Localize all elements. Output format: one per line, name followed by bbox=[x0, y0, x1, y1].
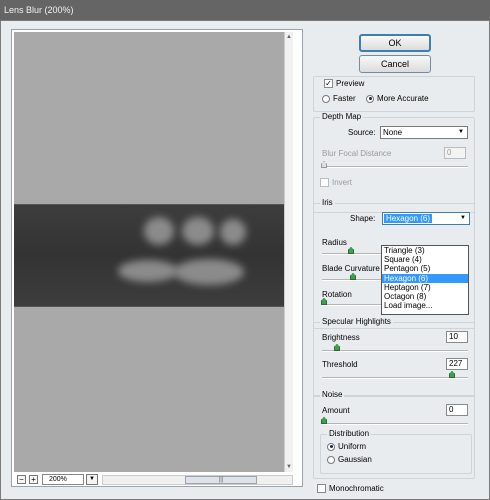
shape-select[interactable]: Hexagon (6) ▼ bbox=[382, 212, 470, 225]
lens-blur-dialog: ▲ ▼ − + 200% ▼ ||| OK Cancel ✓ Preview Fa… bbox=[0, 20, 490, 500]
faster-option[interactable]: Faster bbox=[322, 94, 356, 103]
gaussian-option[interactable]: Gaussian bbox=[327, 455, 372, 464]
monochromatic-label: Monochromatic bbox=[329, 484, 384, 493]
more-accurate-radio[interactable] bbox=[366, 94, 374, 103]
bokeh-highlight bbox=[182, 217, 214, 245]
shape-option[interactable]: Pentagon (5) bbox=[382, 264, 468, 273]
shape-option[interactable]: Square (4) bbox=[382, 255, 468, 264]
blade-curvature-slider-thumb[interactable] bbox=[350, 273, 356, 280]
brightness-slider-thumb[interactable] bbox=[334, 344, 340, 351]
threshold-field[interactable]: 227 bbox=[446, 358, 468, 370]
specular-highlights-group: Specular Highlights Brightness 10 Thresh… bbox=[313, 317, 475, 397]
zoom-dropdown-icon[interactable]: ▼ bbox=[86, 474, 98, 485]
threshold-label: Threshold bbox=[322, 360, 358, 369]
bokeh-highlight bbox=[118, 260, 178, 282]
invert-checkbox bbox=[320, 178, 329, 188]
zoom-bar: − + 200% ▼ ||| bbox=[14, 474, 302, 486]
noise-group: Noise Amount 0 Distribution Uniform Gaus… bbox=[313, 390, 475, 479]
scroll-up-icon[interactable]: ▲ bbox=[286, 34, 292, 40]
source-select[interactable]: None ▼ bbox=[380, 126, 468, 139]
blur-focal-distance-slider bbox=[322, 166, 468, 168]
blur-focal-distance-label: Blur Focal Distance bbox=[322, 149, 392, 158]
depth-map-title: Depth Map bbox=[320, 112, 364, 121]
specular-highlights-title: Specular Highlights bbox=[320, 317, 393, 326]
preview-image-band bbox=[14, 204, 293, 307]
faster-radio[interactable] bbox=[322, 94, 330, 103]
iris-title: Iris bbox=[320, 198, 335, 207]
zoom-out-button[interactable]: − bbox=[17, 475, 26, 484]
horizontal-scrollbar[interactable]: ||| bbox=[102, 475, 293, 485]
bokeh-highlight bbox=[220, 219, 246, 245]
radius-slider-thumb[interactable] bbox=[348, 247, 354, 254]
distribution-group: Distribution Uniform Gaussian bbox=[320, 429, 472, 474]
distribution-title: Distribution bbox=[327, 429, 372, 438]
amount-slider-thumb[interactable] bbox=[321, 417, 327, 424]
scroll-down-icon[interactable]: ▼ bbox=[286, 464, 292, 470]
window-title: Lens Blur (200%) bbox=[4, 5, 74, 15]
shape-label: Shape: bbox=[350, 214, 376, 223]
shape-option[interactable]: Heptagon (7) bbox=[382, 283, 468, 292]
more-accurate-label: More Accurate bbox=[377, 94, 429, 103]
radius-label: Radius bbox=[322, 238, 347, 247]
faster-label: Faster bbox=[333, 94, 356, 103]
ok-button[interactable]: OK bbox=[359, 34, 431, 52]
shape-dropdown-list[interactable]: Triangle (3) Square (4) Pentagon (5) Hex… bbox=[381, 245, 469, 315]
cancel-button[interactable]: Cancel bbox=[359, 55, 431, 73]
invert-label: Invert bbox=[332, 178, 353, 187]
zoom-in-button[interactable]: + bbox=[29, 475, 38, 484]
monochromatic-option[interactable]: Monochromatic bbox=[317, 484, 384, 494]
uniform-option[interactable]: Uniform bbox=[327, 442, 366, 451]
preview-group: ✓ Preview Faster More Accurate bbox=[313, 76, 475, 112]
zoom-level-field[interactable]: 200% bbox=[42, 474, 84, 485]
uniform-radio[interactable] bbox=[327, 442, 335, 451]
monochromatic-checkbox[interactable] bbox=[317, 484, 326, 494]
preview-canvas[interactable]: ▲ ▼ bbox=[14, 32, 293, 472]
noise-title: Noise bbox=[320, 390, 345, 399]
uniform-label: Uniform bbox=[338, 442, 367, 451]
blur-focal-distance-field: 0 bbox=[444, 147, 466, 159]
source-label: Source: bbox=[348, 128, 376, 137]
gaussian-radio[interactable] bbox=[327, 455, 335, 464]
amount-field[interactable]: 0 bbox=[446, 404, 468, 416]
bokeh-highlight bbox=[174, 259, 244, 285]
preview-frame: ▲ ▼ − + 200% ▼ ||| bbox=[11, 29, 303, 487]
invert-option: Invert bbox=[320, 178, 353, 188]
scroll-thumb[interactable]: ||| bbox=[185, 476, 257, 484]
bokeh-highlight bbox=[144, 217, 174, 245]
preview-checkbox-row[interactable]: ✓ Preview bbox=[324, 79, 365, 89]
shape-option[interactable]: Triangle (3) bbox=[382, 246, 468, 255]
brightness-field[interactable]: 10 bbox=[446, 331, 468, 343]
shape-value: Hexagon (6) bbox=[384, 214, 433, 223]
chevron-down-icon: ▼ bbox=[458, 129, 464, 135]
vertical-scrollbar[interactable]: ▲ ▼ bbox=[284, 32, 293, 472]
shape-option[interactable]: Octagon (8) bbox=[382, 292, 468, 301]
amount-label: Amount bbox=[322, 406, 350, 415]
blade-curvature-label: Blade Curvature bbox=[322, 264, 380, 273]
rotation-slider-thumb[interactable] bbox=[321, 298, 327, 305]
gaussian-label: Gaussian bbox=[338, 455, 372, 464]
title-bar: Lens Blur (200%) bbox=[0, 0, 490, 20]
rotation-label: Rotation bbox=[322, 290, 352, 299]
shape-option-selected[interactable]: Hexagon (6) bbox=[382, 273, 468, 283]
depth-map-group: Depth Map Source: None ▼ Blur Focal Dist… bbox=[313, 112, 475, 213]
threshold-slider[interactable] bbox=[322, 377, 468, 379]
focal-slider-thumb bbox=[321, 161, 327, 168]
source-value: None bbox=[383, 128, 403, 137]
preview-label: Preview bbox=[336, 79, 365, 88]
brightness-label: Brightness bbox=[322, 333, 360, 342]
preview-checkbox[interactable]: ✓ bbox=[324, 79, 333, 89]
brightness-slider[interactable] bbox=[322, 350, 468, 352]
more-accurate-option[interactable]: More Accurate bbox=[366, 94, 429, 103]
threshold-slider-thumb[interactable] bbox=[449, 371, 455, 378]
chevron-down-icon: ▼ bbox=[460, 215, 466, 221]
amount-slider[interactable] bbox=[322, 423, 468, 425]
shape-option[interactable]: Load image... bbox=[382, 301, 468, 310]
